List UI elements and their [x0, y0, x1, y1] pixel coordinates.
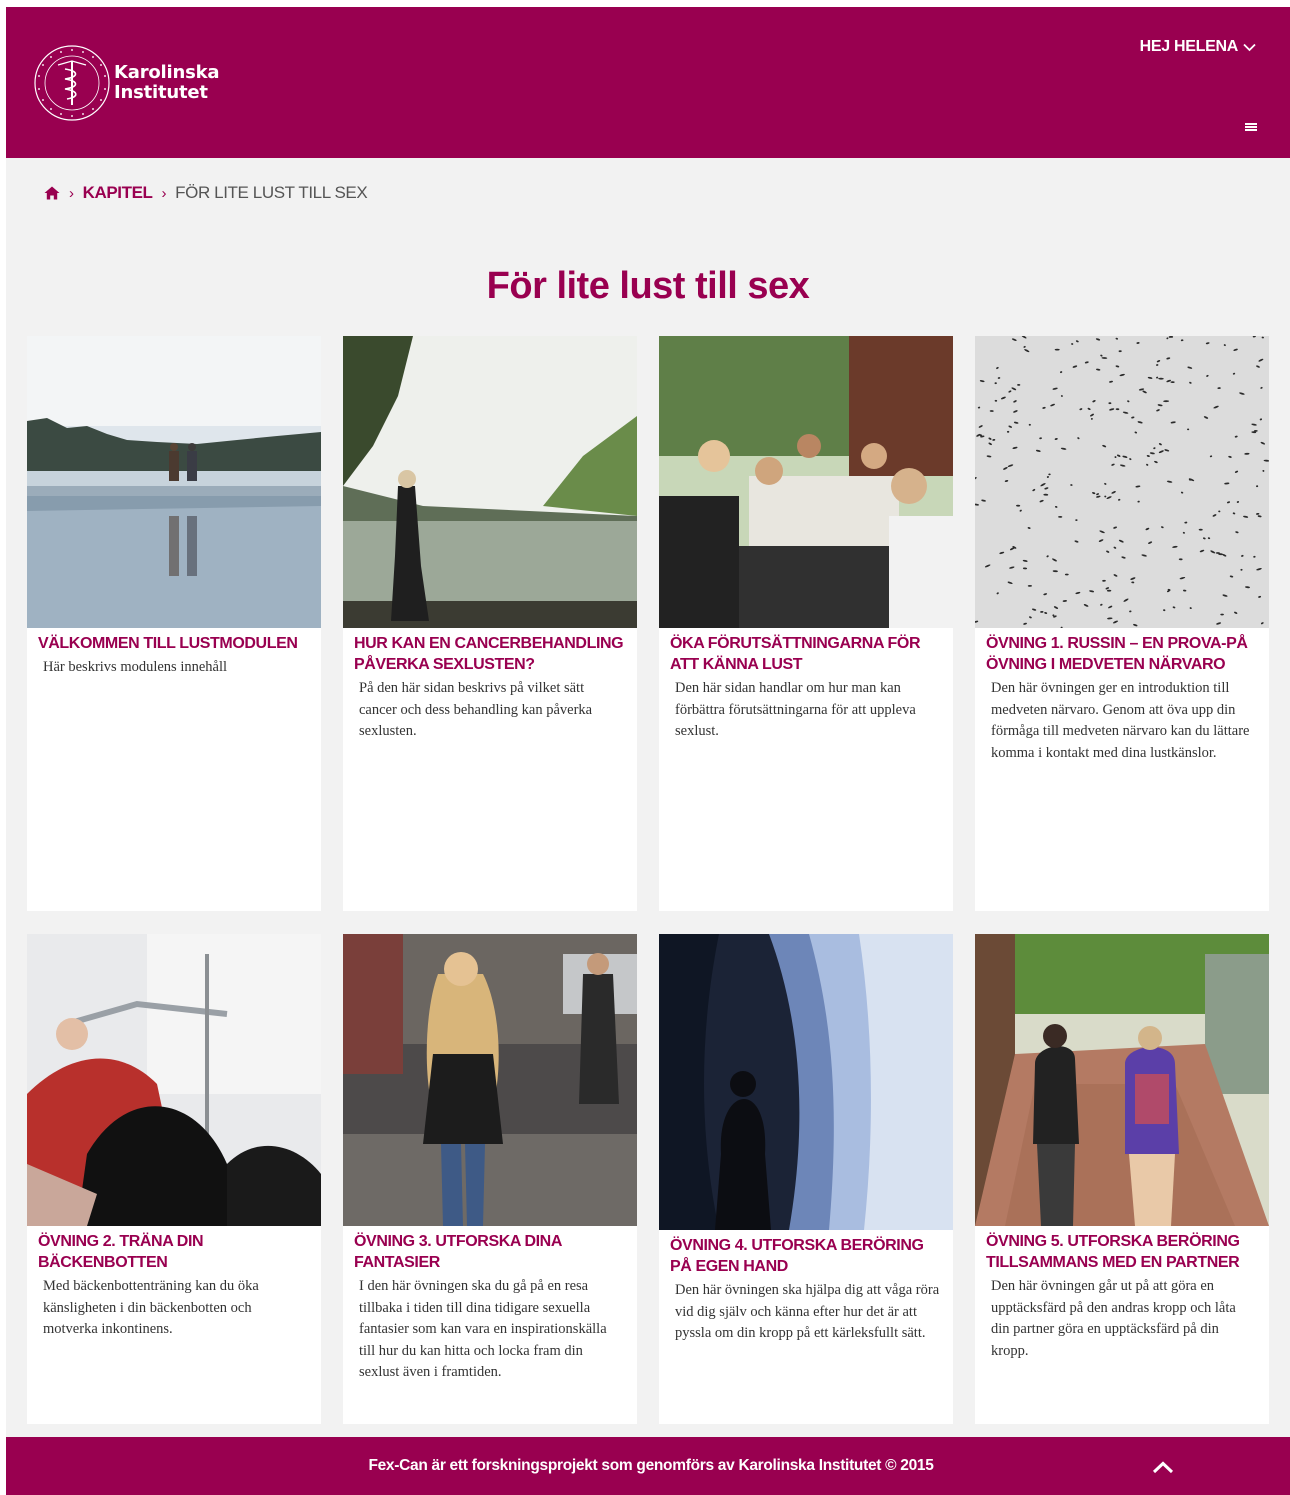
breadcrumb-current: FÖR LITE LUST TILL SEX — [175, 183, 368, 202]
breadcrumb-separator: › — [161, 184, 167, 202]
page-title: För lite lust till sex — [486, 265, 810, 307]
card-exercise-2[interactable]: Övning 2. Träna din bäckenbotten Med bäc… — [27, 934, 321, 1424]
ki-wordmark: Karolinska Institutet — [114, 62, 220, 103]
card-exercise-3[interactable]: Övning 3. Utforska dina fantasier I den … — [343, 934, 637, 1424]
card-description: Här beskrivs modulens innehåll — [43, 659, 228, 675]
card-image — [975, 336, 1269, 628]
card-exercise-5[interactable]: Övning 5. Utforska beröring tillsammans … — [975, 934, 1269, 1424]
footer-text: Fex-Can är ett forskningsprojekt som gen… — [368, 1457, 934, 1474]
card-conditions[interactable]: Öka förutsättningarna för att känna lust… — [659, 336, 953, 911]
card-description: Den här övningen går ut på att göra en u… — [991, 1278, 1236, 1359]
card-image — [659, 336, 953, 628]
logo-line-2: Institutet — [114, 82, 208, 103]
breadcrumb-separator: › — [69, 184, 74, 202]
ki-logo[interactable]: Karolinska Institutet — [32, 43, 220, 123]
card-description: På den här sidan beskrivs på vilket sätt… — [359, 680, 593, 739]
card-image — [975, 934, 1269, 1226]
card-title: Välkommen till lustmodulen — [38, 635, 298, 652]
ki-seal-icon — [34, 45, 110, 121]
card-image — [343, 336, 637, 628]
card-title: Övning 5. Utforska beröring tillsammans … — [986, 1233, 1240, 1271]
breadcrumb-link-kapitel[interactable]: KAPITEL — [83, 183, 153, 203]
breadcrumb: › KAPITEL › FÖR LITE LUST TILL SEX — [44, 183, 368, 203]
user-greeting: HEJ HELENA — [1139, 38, 1239, 55]
site-footer: Fex-Can är ett forskningsprojekt som gen… — [6, 1437, 1290, 1495]
card-title: Övning 1. Russin – en prova-på övning i … — [986, 635, 1248, 673]
card-description: Med bäckenbottenträning kan du öka känsl… — [43, 1278, 259, 1337]
chevron-down-icon — [1243, 43, 1256, 51]
card-description: Den här övningen ska hjälpa dig att våga… — [675, 1282, 940, 1341]
logo-line-1: Karolinska — [114, 62, 220, 83]
card-description: Den här sidan handlar om hur man kan för… — [675, 680, 916, 739]
home-icon[interactable] — [44, 186, 60, 200]
card-exercise-1[interactable]: Övning 1. Russin – en prova-på övning i … — [975, 336, 1269, 911]
chevron-up-icon[interactable] — [1150, 1459, 1176, 1475]
card-description: Den här övningen ger en introduktion til… — [991, 680, 1250, 761]
site-header: Karolinska Institutet HEJ HELENA — [6, 7, 1290, 158]
card-welcome[interactable]: Välkommen till lustmodulen Här beskrivs … — [27, 336, 321, 911]
page: Karolinska Institutet HEJ HELENA › KAPIT… — [6, 7, 1290, 1495]
card-image — [27, 336, 321, 628]
card-title: Övning 4. Utforska beröring på egen hand — [670, 1237, 924, 1275]
card-image — [659, 934, 953, 1230]
card-exercise-4[interactable]: Övning 4. Utforska beröring på egen hand… — [659, 934, 953, 1424]
user-menu-button[interactable]: HEJ HELENA — [1140, 38, 1256, 56]
card-image — [27, 934, 321, 1226]
card-description: I den här övningen ska du gå på en resa … — [359, 1278, 607, 1380]
card-title: Övning 2. Träna din bäckenbotten — [38, 1233, 204, 1271]
card-cancer-treatment[interactable]: Hur kan en cancerbehandling påverka sexl… — [343, 336, 637, 911]
hamburger-icon[interactable] — [1245, 123, 1257, 132]
card-title: Hur kan en cancerbehandling påverka sexl… — [354, 635, 624, 673]
card-image — [343, 934, 637, 1226]
card-title: Övning 3. Utforska dina fantasier — [354, 1233, 562, 1271]
card-title: Öka förutsättningarna för att känna lust — [670, 635, 921, 673]
